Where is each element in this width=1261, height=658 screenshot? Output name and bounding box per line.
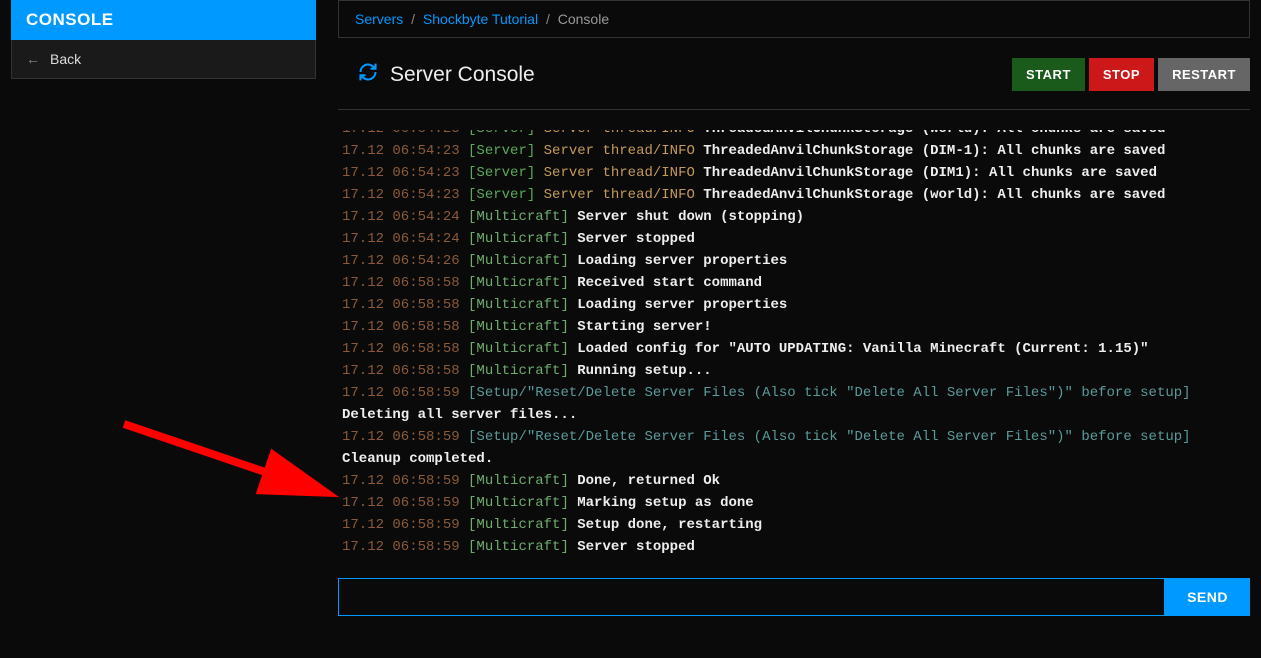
log-line: 17.12 06:58:59 [Multicraft] Server stopp…	[338, 536, 1250, 558]
console-output[interactable]: 17.12 06:54:23 [Server] Server thread/IN…	[338, 130, 1250, 560]
start-button[interactable]: START	[1012, 58, 1085, 91]
log-line: 17.12 06:54:23 [Server] Server thread/IN…	[338, 184, 1250, 206]
log-line: 17.12 06:58:58 [Multicraft] Running setu…	[338, 360, 1250, 382]
breadcrumb-separator: /	[546, 11, 550, 27]
log-line: 17.12 06:54:24 [Multicraft] Server shut …	[338, 206, 1250, 228]
breadcrumb-servers-link[interactable]: Servers	[355, 11, 403, 27]
breadcrumb-separator: /	[411, 11, 415, 27]
log-line: 17.12 06:54:26 [Multicraft] Loading serv…	[338, 250, 1250, 272]
log-line: 17.12 06:58:59 [Multicraft] Setup done, …	[338, 514, 1250, 536]
server-action-buttons: START STOP RESTART	[1012, 58, 1250, 91]
breadcrumb-current: Console	[558, 11, 609, 27]
log-line: Cleanup completed.	[338, 448, 1250, 470]
log-line: 17.12 06:54:23 [Server] Server thread/IN…	[338, 162, 1250, 184]
annotation-arrow-icon	[114, 414, 344, 509]
breadcrumb: Servers / Shockbyte Tutorial / Console	[338, 0, 1250, 38]
back-label: Back	[50, 51, 81, 67]
log-line: 17.12 06:54:23 [Server] Server thread/IN…	[338, 140, 1250, 162]
refresh-icon[interactable]	[358, 62, 378, 87]
log-line: 17.12 06:54:23 [Server] Server thread/IN…	[338, 130, 1250, 140]
log-line: 17.12 06:58:58 [Multicraft] Starting ser…	[338, 316, 1250, 338]
log-line: Deleting all server files...	[338, 404, 1250, 426]
console-title-group: Server Console	[338, 62, 535, 87]
command-bar: SEND	[338, 578, 1250, 616]
arrow-left-icon: ←	[26, 51, 40, 67]
log-line: 17.12 06:58:59 [Multicraft] Done, return…	[338, 470, 1250, 492]
stop-button[interactable]: STOP	[1089, 58, 1154, 91]
log-line: 17.12 06:58:58 [Multicraft] Received sta…	[338, 272, 1250, 294]
log-line: 17.12 06:58:59 [Multicraft] Marking setu…	[338, 492, 1250, 514]
log-line: 17.12 06:54:24 [Multicraft] Server stopp…	[338, 228, 1250, 250]
log-line: 17.12 06:58:58 [Multicraft] Loaded confi…	[338, 338, 1250, 360]
log-line: 17.12 06:58:59 [Setup/"Reset/Delete Serv…	[338, 426, 1250, 448]
send-button[interactable]: SEND	[1165, 578, 1250, 616]
back-button[interactable]: ← Back	[11, 40, 316, 79]
breadcrumb-server-link[interactable]: Shockbyte Tutorial	[423, 11, 538, 27]
command-input[interactable]	[338, 578, 1165, 616]
console-header: Server Console START STOP RESTART	[338, 58, 1250, 110]
page-title: Server Console	[390, 63, 535, 87]
sidebar: CONSOLE ← Back	[11, 0, 316, 79]
restart-button[interactable]: RESTART	[1158, 58, 1250, 91]
log-line: 17.12 06:58:59 [Setup/"Reset/Delete Serv…	[338, 382, 1250, 404]
main-content: Servers / Shockbyte Tutorial / Console S…	[338, 0, 1250, 658]
sidebar-title: CONSOLE	[11, 0, 316, 40]
log-line: 17.12 06:58:58 [Multicraft] Loading serv…	[338, 294, 1250, 316]
